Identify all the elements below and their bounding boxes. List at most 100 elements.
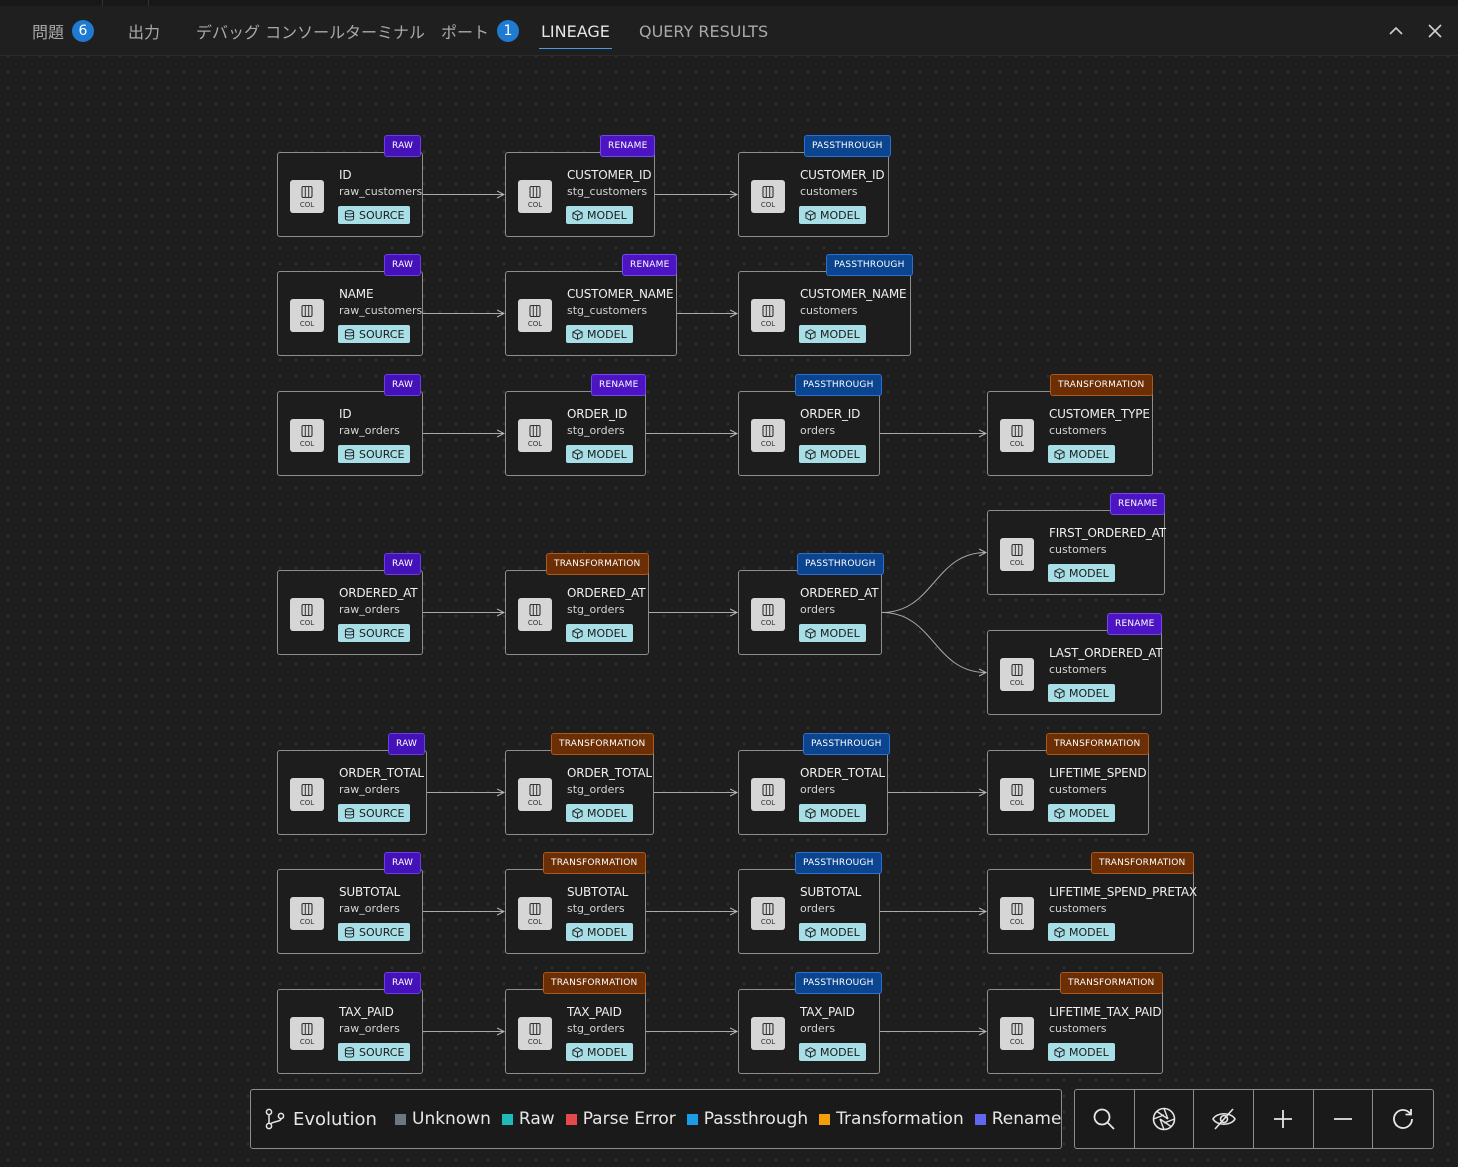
lineage-edge — [881, 553, 986, 613]
zoom-in-button[interactable] — [1254, 1090, 1314, 1148]
search-button[interactable] — [1075, 1090, 1135, 1148]
col-label: COL — [299, 440, 315, 448]
node-type-label: MODEL — [587, 806, 627, 820]
focus-button[interactable] — [1135, 1090, 1195, 1148]
lineage-node[interactable]: TRANSFORMATION COL LIFETIME_SPEND_PRETAX cu… — [987, 852, 1197, 954]
node-type-label: SOURCE — [359, 806, 405, 820]
evolution-legend: Evolution Unknown Raw Parse Error Passthrou… — [250, 1089, 1062, 1149]
lineage-node[interactable]: RENAME COL CUSTOMER_NAME stg_customers MODEL — [505, 254, 678, 356]
table-name: customers — [1049, 1022, 1107, 1035]
node-type-button[interactable]: MODEL — [566, 624, 633, 642]
lineage-node[interactable]: RAW COL ID raw_orders SOURCE — [277, 374, 423, 476]
column-icon — [529, 186, 541, 198]
lineage-node[interactable]: PASSTHROUGH COL CUSTOMER_NAME customers MODE… — [738, 254, 913, 356]
column-type-icon: COL — [290, 299, 324, 332]
node-type-button[interactable]: SOURCE — [338, 325, 411, 343]
node-type-button[interactable]: MODEL — [1048, 445, 1115, 463]
lineage-node[interactable]: RAW COL ORDERED_AT raw_orders SOURCE — [277, 553, 423, 655]
cube-icon — [1054, 448, 1065, 460]
node-type-button[interactable]: SOURCE — [338, 624, 411, 642]
node-type-button[interactable]: MODEL — [799, 624, 866, 642]
lineage-node[interactable]: RAW COL NAME raw_customers SOURCE — [277, 254, 423, 356]
node-type-button[interactable]: SOURCE — [338, 206, 411, 224]
lineage-node[interactable]: TRANSFORMATION COL CUSTOMER_TYPE customers M… — [987, 374, 1153, 476]
node-type-button[interactable]: MODEL — [1048, 804, 1115, 822]
node-type-button[interactable]: MODEL — [1048, 684, 1115, 702]
legend-item: Raw — [501, 1109, 555, 1129]
lineage-node[interactable]: TRANSFORMATION COL SUBTOTAL stg_orders MODEL — [505, 852, 646, 954]
lineage-node[interactable]: RAW COL TAX_PAID raw_orders SOURCE — [277, 972, 423, 1074]
lineage-node[interactable]: PASSTHROUGH COL TAX_PAID orders MODEL — [738, 972, 882, 1074]
hide-button[interactable] — [1194, 1090, 1255, 1148]
node-type-button[interactable]: MODEL — [1048, 1043, 1115, 1061]
lineage-node[interactable]: TRANSFORMATION COL ORDER_TOTAL stg_orders MO… — [505, 733, 654, 835]
minus-icon — [1334, 1118, 1353, 1120]
node-type-button[interactable]: MODEL — [566, 445, 633, 463]
column-type-icon: COL — [1000, 1017, 1034, 1050]
cube-icon — [805, 209, 816, 221]
node-type-button[interactable]: SOURCE — [338, 445, 411, 463]
legend-item: Rename — [974, 1109, 1061, 1129]
col-label: COL — [1009, 440, 1025, 448]
lineage-node[interactable]: PASSTHROUGH COL ORDER_ID orders MODEL — [738, 374, 882, 476]
table-name: orders — [800, 424, 836, 437]
lineage-node[interactable]: RENAME COL CUSTOMER_ID stg_customers MODEL — [505, 135, 656, 237]
col-label: COL — [527, 799, 543, 807]
table-name: stg_orders — [567, 783, 625, 796]
table-name: orders — [800, 1022, 836, 1035]
refresh-button[interactable] — [1373, 1090, 1433, 1148]
legend-swatch — [395, 1113, 406, 1125]
node-type-button[interactable]: MODEL — [566, 1043, 633, 1061]
node-type-button[interactable]: MODEL — [799, 1043, 866, 1061]
column-icon — [762, 425, 774, 437]
node-type-button[interactable]: MODEL — [799, 445, 866, 463]
lineage-node[interactable]: RAW COL SUBTOTAL raw_orders SOURCE — [277, 852, 423, 954]
col-label: COL — [527, 201, 543, 209]
node-type-button[interactable]: SOURCE — [338, 804, 411, 822]
lineage-node[interactable]: RAW COL ID raw_customers SOURCE — [277, 135, 423, 237]
lineage-node[interactable]: RENAME COL LAST_ORDERED_AT customers MODEL — [987, 613, 1163, 715]
evolution-tag: RENAME — [591, 374, 647, 396]
node-type-button[interactable]: SOURCE — [338, 923, 411, 941]
legend-swatch — [974, 1113, 986, 1125]
node-type-label: MODEL — [820, 925, 860, 939]
git-branch-icon — [265, 1108, 285, 1130]
lineage-node[interactable]: TRANSFORMATION COL LIFETIME_SPEND customers… — [987, 733, 1149, 835]
node-type-button[interactable]: SOURCE — [338, 1043, 411, 1061]
node-type-button[interactable]: MODEL — [566, 923, 633, 941]
lineage-node[interactable]: RENAME COL ORDER_ID stg_orders MODEL — [505, 374, 647, 476]
node-type-button[interactable]: MODEL — [799, 325, 866, 343]
lineage-node[interactable]: PASSTHROUGH COL ORDERED_AT orders MODEL — [738, 553, 884, 655]
evolution-tag: RAW — [384, 972, 422, 994]
column-icon — [529, 1023, 541, 1035]
column-name: CUSTOMER_NAME — [800, 287, 907, 301]
lineage-node[interactable]: TRANSFORMATION COL LIFETIME_TAX_PAID custom… — [987, 972, 1163, 1074]
lineage-node[interactable]: TRANSFORMATION COL ORDERED_AT stg_orders MOD… — [505, 553, 649, 655]
database-icon — [344, 1046, 355, 1058]
table-name: stg_customers — [567, 185, 648, 198]
column-type-icon: COL — [290, 1017, 324, 1050]
cube-icon — [805, 807, 816, 819]
lineage-node[interactable]: TRANSFORMATION COL TAX_PAID stg_orders MODEL — [505, 972, 646, 1074]
column-icon — [1011, 784, 1023, 796]
lineage-node[interactable]: PASSTHROUGH COL SUBTOTAL orders MODEL — [738, 852, 882, 954]
zoom-out-button[interactable] — [1314, 1090, 1374, 1148]
node-type-label: MODEL — [587, 925, 627, 939]
node-type-button[interactable]: MODEL — [1048, 564, 1115, 582]
table-name: customers — [800, 304, 858, 317]
lineage-node[interactable]: RENAME COL FIRST_ORDERED_AT customers MODEL — [987, 493, 1166, 595]
node-type-button[interactable]: MODEL — [799, 206, 866, 224]
node-type-button[interactable]: MODEL — [566, 206, 633, 224]
evolution-tag: PASSTHROUGH — [797, 553, 884, 575]
lineage-node[interactable]: RAW COL ORDER_TOTAL raw_orders SOURCE — [277, 733, 427, 835]
node-type-button[interactable]: MODEL — [566, 804, 633, 822]
lineage-node[interactable]: PASSTHROUGH COL ORDER_TOTAL orders MODEL — [738, 733, 890, 835]
column-name: SUBTOTAL — [339, 885, 401, 899]
lineage-node[interactable]: PASSTHROUGH COL CUSTOMER_ID customers MODEL — [738, 135, 891, 237]
node-type-button[interactable]: MODEL — [799, 923, 866, 941]
node-type-button[interactable]: MODEL — [1048, 923, 1115, 941]
evolution-tag: PASSTHROUGH — [803, 733, 890, 755]
node-type-button[interactable]: MODEL — [566, 325, 633, 343]
column-name: LAST_ORDERED_AT — [1049, 646, 1163, 660]
node-type-button[interactable]: MODEL — [799, 804, 866, 822]
